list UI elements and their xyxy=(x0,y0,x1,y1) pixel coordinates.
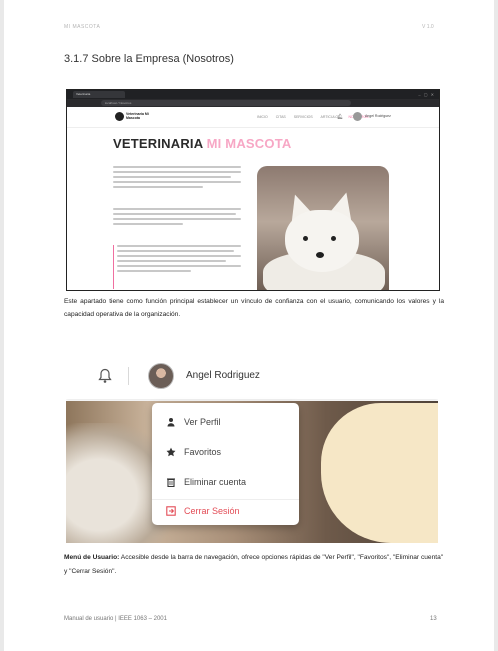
nav-link: INICIO xyxy=(257,115,268,119)
body-paragraph: Este apartado tiene como función princip… xyxy=(64,298,444,318)
page-footer: Manual de usuario | IEEE 1063 – 2001 xyxy=(64,616,167,622)
menu-item-label: Eliminar cuenta xyxy=(184,477,247,487)
figure-caption: Menú de Usuario: Accesible desde la barr… xyxy=(64,551,444,579)
menu-item-eliminar-cuenta[interactable]: Eliminar cuenta xyxy=(152,471,299,495)
site-logo: Veterinaria Mi Mascota xyxy=(115,111,155,123)
menu-item-cerrar-sesion[interactable]: Cerrar Sesión xyxy=(152,499,299,524)
bell-icon[interactable] xyxy=(98,368,112,384)
bell-icon: 🔔︎ xyxy=(337,114,344,120)
extensions-icons xyxy=(395,100,435,113)
body-text-block xyxy=(113,208,241,228)
nav-link: SERVICIOS xyxy=(293,115,313,119)
site-user-area: 🔔︎ Angel Rodriguez xyxy=(337,112,417,122)
logo-text: Veterinaria Mi Mascota xyxy=(126,112,149,120)
body-text-block xyxy=(113,166,241,191)
avatar[interactable] xyxy=(148,363,174,389)
logout-icon xyxy=(166,506,176,516)
dog-photo xyxy=(257,166,389,290)
running-header: MI MASCOTA xyxy=(64,24,101,30)
logo-icon xyxy=(115,112,124,121)
window-controls-icon: – ▢ ✕ xyxy=(418,92,435,97)
person-icon xyxy=(166,417,176,427)
site-user-name: Angel Rodriguez xyxy=(365,114,391,118)
menu-item-label: Ver Perfil xyxy=(184,417,221,427)
browser-tab-bar: Veterinaria – ▢ ✕ xyxy=(67,90,439,99)
trash-icon xyxy=(166,477,176,488)
menu-item-ver-perfil[interactable]: Ver Perfil xyxy=(152,411,299,435)
heading-pink: MI MASCOTA xyxy=(206,136,292,151)
divider xyxy=(128,367,129,385)
star-icon xyxy=(166,447,176,457)
page-number: 13 xyxy=(430,616,437,622)
nav-link: CITAS xyxy=(275,115,286,119)
site-heading: VETERINARIA MI MASCOTA xyxy=(113,136,291,151)
website-screenshot: Veterinaria – ▢ ✕ localhost / Nosotros V… xyxy=(66,89,440,291)
address-bar: localhost / Nosotros xyxy=(101,100,351,106)
document-page: MI MASCOTA V 1.0 3.1.7 Sobre la Empresa … xyxy=(4,0,494,651)
menu-item-favoritos[interactable]: Favoritos xyxy=(152,441,299,465)
menu-item-label: Cerrar Sesión xyxy=(184,506,240,516)
caption-text: Accesible desde la barra de navegación, … xyxy=(64,554,444,575)
menu-item-label: Favoritos xyxy=(184,447,222,457)
browser-tab: Veterinaria xyxy=(73,91,125,98)
user-dropdown-menu: Ver Perfil Favoritos Eliminar cuenta Cer… xyxy=(152,403,299,525)
section-title: 3.1.7 Sobre la Empresa (Nosotros) xyxy=(64,53,234,65)
user-name[interactable]: Angel Rodriguez xyxy=(186,370,260,381)
version-label: V 1.0 xyxy=(422,24,434,30)
user-menu-screenshot: Angel Rodriguez Ver Perfil Favoritos Eli… xyxy=(66,353,438,543)
heading-dark: VETERINARIA xyxy=(113,136,203,151)
avatar xyxy=(353,112,362,121)
quote-block xyxy=(113,245,241,289)
caption-label: Menú de Usuario: xyxy=(64,554,120,561)
